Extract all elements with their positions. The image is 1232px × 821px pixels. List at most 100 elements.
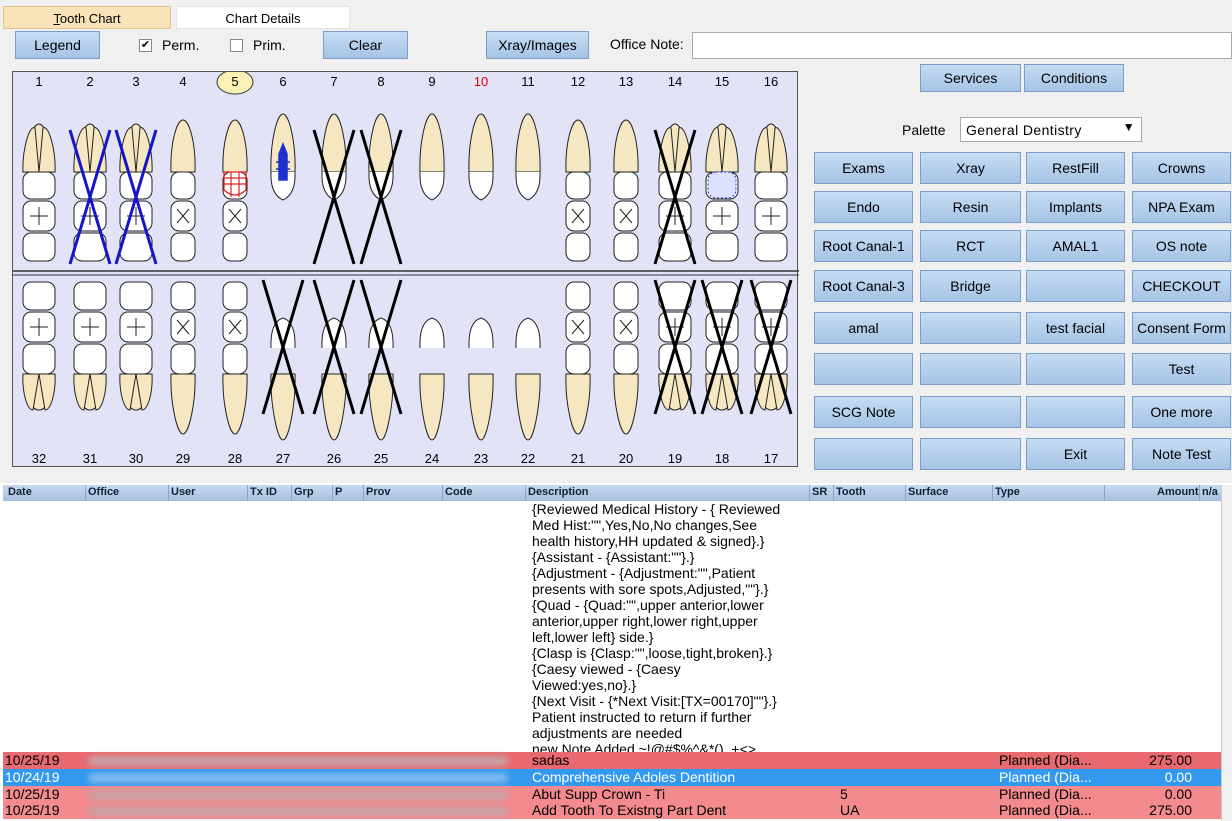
palette-button-empty-5-1[interactable]: [920, 353, 1021, 385]
tooth-27[interactable]: [261, 279, 305, 441]
tooth-chart-graphic[interactable]: 1 2 3 4 5 6 7 8 9 10 11 12 13 14 15 1632 31 30 29 28 27 26 25 2…: [13, 72, 799, 468]
tooth-8[interactable]: [359, 113, 403, 265]
column-header[interactable]: Tx ID: [250, 486, 277, 498]
column-separator[interactable]: [168, 485, 169, 501]
tooth-26[interactable]: [312, 279, 356, 441]
column-separator[interactable]: [85, 485, 86, 501]
tooth-19[interactable]: [653, 279, 697, 415]
palette-button-rct[interactable]: RCT: [920, 230, 1021, 262]
tab-chart-details[interactable]: Chart Details: [176, 6, 350, 29]
tooth-30[interactable]: [119, 281, 153, 411]
palette-button-scg-note[interactable]: SCG Note: [814, 396, 913, 428]
table-row[interactable]: 10/25/19 sadas Planned (Dia... 275.00: [3, 752, 1221, 769]
column-header[interactable]: Prov: [366, 486, 390, 498]
table-row[interactable]: 10/25/19 Add Tooth To Existng Part Dent UA…: [3, 802, 1221, 819]
tooth-20[interactable]: [613, 281, 639, 435]
palette-button-consent-form[interactable]: Consent Form: [1132, 312, 1231, 344]
palette-button-exams[interactable]: Exams: [814, 152, 913, 184]
tooth-10[interactable]: [468, 113, 494, 201]
grid-scrollbar[interactable]: [1221, 485, 1232, 821]
palette-button-empty-7-0[interactable]: [814, 438, 913, 470]
palette-dropdown[interactable]: General Dentistry ▼: [960, 117, 1142, 142]
tooth-1[interactable]: [22, 123, 56, 262]
tooth-11[interactable]: [515, 113, 541, 201]
tooth-7[interactable]: [312, 113, 356, 265]
column-separator[interactable]: [992, 485, 993, 501]
tooth-5[interactable]: [222, 119, 248, 262]
tooth-22[interactable]: [515, 317, 541, 441]
column-header[interactable]: Office: [88, 486, 119, 498]
palette-button-one-more[interactable]: One more: [1132, 396, 1231, 428]
column-header[interactable]: n/a: [1202, 486, 1218, 498]
palette-button-empty-7-1[interactable]: [920, 438, 1021, 470]
palette-button-os-note[interactable]: OS note: [1132, 230, 1231, 262]
column-header[interactable]: Tooth: [836, 486, 866, 498]
palette-button-empty-3-2[interactable]: [1026, 270, 1125, 302]
column-header[interactable]: Amount: [1157, 486, 1199, 498]
palette-button-root-canal-3[interactable]: Root Canal-3: [814, 270, 913, 302]
palette-button-test-facial[interactable]: test facial: [1026, 312, 1125, 344]
tooth-14[interactable]: [653, 123, 697, 265]
column-separator[interactable]: [809, 485, 810, 501]
column-header[interactable]: User: [171, 486, 195, 498]
palette-button-empty-6-2[interactable]: [1026, 396, 1125, 428]
column-separator[interactable]: [525, 485, 526, 501]
palette-button-bridge[interactable]: Bridge: [920, 270, 1021, 302]
palette-button-xray[interactable]: Xray: [920, 152, 1021, 184]
tooth-21[interactable]: [565, 281, 591, 435]
column-separator[interactable]: [332, 485, 333, 501]
tooth-3[interactable]: [114, 123, 158, 265]
tooth-17[interactable]: [749, 279, 793, 415]
column-header[interactable]: Grp: [294, 486, 314, 498]
tab-tooth-chart[interactable]: Tooth Chart: [3, 6, 171, 29]
tooth-16[interactable]: [754, 123, 788, 262]
tooth-28[interactable]: [222, 281, 248, 435]
column-header[interactable]: Type: [995, 486, 1020, 498]
note-description[interactable]: {Reviewed Medical History - { Reviewed M…: [532, 501, 807, 757]
palette-button-root-canal-1[interactable]: Root Canal-1: [814, 230, 913, 262]
column-separator[interactable]: [905, 485, 906, 501]
palette-button-endo[interactable]: Endo: [814, 191, 913, 223]
palette-button-npa-exam[interactable]: NPA Exam: [1132, 191, 1231, 223]
column-header[interactable]: Surface: [908, 486, 948, 498]
palette-button-amal1[interactable]: AMAL1: [1026, 230, 1125, 262]
palette-button-implants[interactable]: Implants: [1026, 191, 1125, 223]
column-header[interactable]: P: [335, 486, 342, 498]
table-row[interactable]: 10/24/19 Comprehensive Adoles Dentition Pl…: [3, 769, 1221, 786]
tooth-23[interactable]: [468, 317, 494, 441]
column-separator[interactable]: [1199, 485, 1200, 501]
column-header[interactable]: Code: [445, 486, 473, 498]
clear-button[interactable]: Clear: [323, 31, 408, 59]
tooth-12[interactable]: [565, 119, 591, 262]
column-separator[interactable]: [442, 485, 443, 501]
tooth-25[interactable]: [359, 279, 403, 441]
palette-button-crowns[interactable]: Crowns: [1132, 152, 1231, 184]
services-button[interactable]: Services: [920, 64, 1021, 92]
prim-checkbox[interactable]: Prim.: [230, 37, 286, 53]
tooth-32[interactable]: [22, 281, 56, 411]
tooth-4[interactable]: [170, 119, 196, 262]
palette-button-amal[interactable]: amal: [814, 312, 913, 344]
palette-button-test[interactable]: Test: [1132, 353, 1231, 385]
tooth-18[interactable]: [700, 279, 744, 415]
column-separator[interactable]: [1104, 485, 1105, 501]
table-row[interactable]: 10/25/19 Abut Supp Crown - Ti 5 Planned (Di…: [3, 786, 1221, 803]
palette-button-empty-5-0[interactable]: [814, 353, 913, 385]
column-header[interactable]: Date: [8, 486, 32, 498]
tooth-31[interactable]: [73, 281, 107, 411]
palette-button-note-test[interactable]: Note Test: [1132, 438, 1231, 470]
palette-button-empty-6-1[interactable]: [920, 396, 1021, 428]
tooth-29[interactable]: [170, 281, 196, 435]
tooth-9[interactable]: [419, 113, 445, 201]
column-header[interactable]: Description: [528, 486, 589, 498]
palette-button-exit[interactable]: Exit: [1026, 438, 1125, 470]
conditions-button[interactable]: Conditions: [1024, 64, 1124, 92]
perm-checkbox[interactable]: ✔ Perm.: [139, 37, 199, 53]
column-separator[interactable]: [833, 485, 834, 501]
tooth-chart[interactable]: 1 2 3 4 5 6 7 8 9 10 11 12 13 14 15 16 32 31 30 29 28 27 26 25 2…: [12, 71, 799, 468]
column-separator[interactable]: [363, 485, 364, 501]
palette-button-checkout[interactable]: CHECKOUT: [1132, 270, 1231, 302]
column-header[interactable]: SR: [812, 486, 827, 498]
column-separator[interactable]: [291, 485, 292, 501]
palette-button-resin[interactable]: Resin: [920, 191, 1021, 223]
